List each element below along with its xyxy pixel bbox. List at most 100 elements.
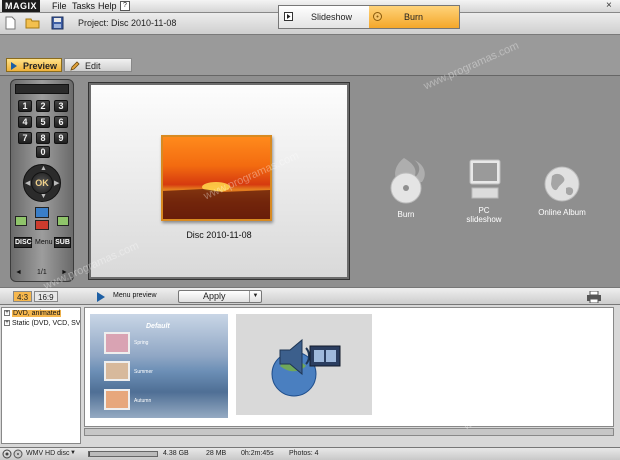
context-help-icon[interactable]: ? — [120, 1, 130, 11]
printer-icon[interactable] — [587, 291, 601, 303]
pencil-icon — [70, 61, 80, 71]
key-6[interactable]: 6 — [54, 116, 68, 128]
open-folder-icon[interactable] — [25, 16, 40, 30]
magix-logo: MAGIX — [2, 0, 41, 12]
tab-slideshow-label: Slideshow — [311, 12, 353, 22]
key-9[interactable]: 9 — [54, 132, 68, 144]
apply-dropdown[interactable]: Apply ▼ — [178, 290, 262, 303]
template-label-autumn: Autumn — [134, 398, 152, 404]
disc-usage-fill — [89, 452, 90, 456]
apply-label: Apply — [203, 291, 226, 301]
key-8[interactable]: 8 — [36, 132, 50, 144]
template-label-spring: Spring — [134, 340, 149, 346]
disc-button[interactable]: DISC — [14, 237, 32, 248]
chevron-down-icon[interactable]: ▼ — [249, 291, 261, 302]
tree-item-label: Static (DVD, VCD, SV — [12, 320, 81, 327]
tab-edit[interactable]: Edit — [64, 58, 132, 72]
option-burn-label: Burn — [397, 210, 415, 219]
expand-icon[interactable]: + — [4, 320, 10, 327]
tab-burn[interactable]: Burn — [369, 6, 459, 28]
ratio-4-3-button[interactable]: 4:3 — [13, 291, 33, 302]
forward-button[interactable] — [57, 216, 69, 226]
menu-tasks[interactable]: Tasks — [70, 0, 97, 12]
photo-count: Photos: 4 — [289, 450, 319, 457]
key-1[interactable]: 1 — [18, 100, 32, 112]
arrow-left-icon[interactable]: ◀ — [25, 179, 30, 187]
option-pc-slideshow[interactable]: PC slideshow — [458, 156, 510, 224]
tree-item-dvd-animated[interactable]: + DVD, animated — [4, 310, 62, 317]
monitor-icon — [469, 159, 501, 199]
menu-label[interactable]: Menu — [35, 239, 53, 246]
option-online-album[interactable]: Online Album — [532, 156, 592, 217]
output-options: Burn PC slideshow Online Album — [354, 76, 620, 286]
menu-preview-play-icon[interactable] — [97, 292, 105, 302]
template-custom[interactable] — [236, 314, 372, 415]
status-bar: WMV HD disc ▼ 4.38 GB 28 MB 0h:2m:45s Ph… — [0, 447, 620, 460]
tab-edit-label: Edit — [85, 61, 101, 71]
preview-frame: Disc 2010-11-08 — [88, 82, 350, 280]
tab-slideshow[interactable]: Slideshow — [279, 6, 369, 28]
template-label-summer: Summer — [134, 369, 153, 375]
rewind-button[interactable] — [15, 216, 27, 226]
preview-title: Disc 2010-11-08 — [186, 230, 252, 240]
option-online-album-label: Online Album — [538, 208, 586, 217]
template-tree: + DVD, animated + Static (DVD, VCD, SV — [1, 307, 81, 444]
next-page-icon[interactable]: ► — [61, 269, 68, 276]
tab-preview[interactable]: Preview — [6, 58, 62, 72]
slideshow-icon — [284, 12, 293, 21]
template-bar: 4:3 16:9 Menu preview Apply ▼ — [0, 287, 620, 305]
tree-item-label: DVD, animated — [12, 310, 62, 317]
template-default-title: Default — [146, 323, 170, 330]
burn-disc-icon — [390, 158, 425, 204]
sub-button[interactable]: SUB — [54, 237, 71, 248]
template-thumb-autumn — [104, 389, 130, 410]
chevron-down-icon[interactable]: ▼ — [70, 450, 76, 456]
tab-preview-label: Preview — [23, 61, 58, 71]
key-7[interactable]: 7 — [18, 132, 32, 144]
globe-icon — [544, 166, 580, 202]
arrow-down-icon[interactable]: ▼ — [40, 193, 47, 200]
play-button[interactable] — [35, 207, 49, 218]
key-5[interactable]: 5 — [36, 116, 50, 128]
settings-icon[interactable] — [2, 449, 12, 459]
page-indicator: 1/1 — [37, 269, 47, 276]
key-3[interactable]: 3 — [54, 100, 68, 112]
menu-file[interactable]: File — [50, 0, 69, 12]
project-label: Project: Disc 2010-11-08 — [78, 18, 177, 28]
arrow-up-icon[interactable]: ▲ — [40, 165, 47, 172]
stop-button[interactable] — [35, 220, 49, 230]
tree-item-static[interactable]: + Static (DVD, VCD, SV — [4, 320, 80, 327]
template-thumb-spring — [104, 332, 130, 354]
duration: 0h:2m:45s — [241, 450, 274, 457]
template-default[interactable]: Default Spring Summer Autumn — [90, 314, 228, 418]
option-pc-label-2: slideshow — [466, 215, 502, 224]
preview-thumbnail[interactable] — [161, 135, 272, 221]
play-icon — [11, 62, 17, 70]
option-pc-label-1: PC — [478, 206, 490, 215]
template-gallery: Default Spring Summer Autumn — [84, 307, 614, 427]
menu-preview-label[interactable]: Menu preview — [113, 292, 157, 299]
ratio-16-9-button[interactable]: 16:9 — [34, 291, 58, 302]
ok-button[interactable]: OK — [31, 172, 53, 194]
disc-status-icon — [13, 449, 23, 459]
used-size: 28 MB — [206, 450, 227, 457]
option-burn[interactable]: Burn — [384, 156, 428, 219]
disc-icon — [373, 12, 382, 21]
key-0[interactable]: 0 — [36, 146, 50, 158]
expand-icon[interactable]: + — [4, 310, 10, 317]
prev-page-icon[interactable]: ◄ — [15, 269, 22, 276]
close-icon[interactable]: × — [606, 1, 612, 11]
key-2[interactable]: 2 — [36, 100, 50, 112]
arrow-right-icon[interactable]: ▶ — [54, 179, 59, 187]
template-thumb-summer — [104, 361, 130, 381]
key-4[interactable]: 4 — [18, 116, 32, 128]
sunset-image — [163, 182, 270, 219]
template-panel: + DVD, animated + Static (DVD, VCD, SV Def… — [0, 305, 620, 447]
tab-burn-label: Burn — [404, 12, 424, 22]
menu-help[interactable]: Help — [96, 0, 119, 12]
horizontal-scrollbar[interactable] — [84, 428, 614, 436]
save-icon[interactable] — [50, 16, 65, 30]
remote-control: 1 2 3 4 5 6 7 8 9 0 ▲ ▼ ◀ ▶ OK DISC Menu… — [10, 79, 74, 282]
preview-screen: Disc 2010-11-08 — [91, 85, 347, 277]
new-project-icon[interactable] — [3, 16, 18, 30]
